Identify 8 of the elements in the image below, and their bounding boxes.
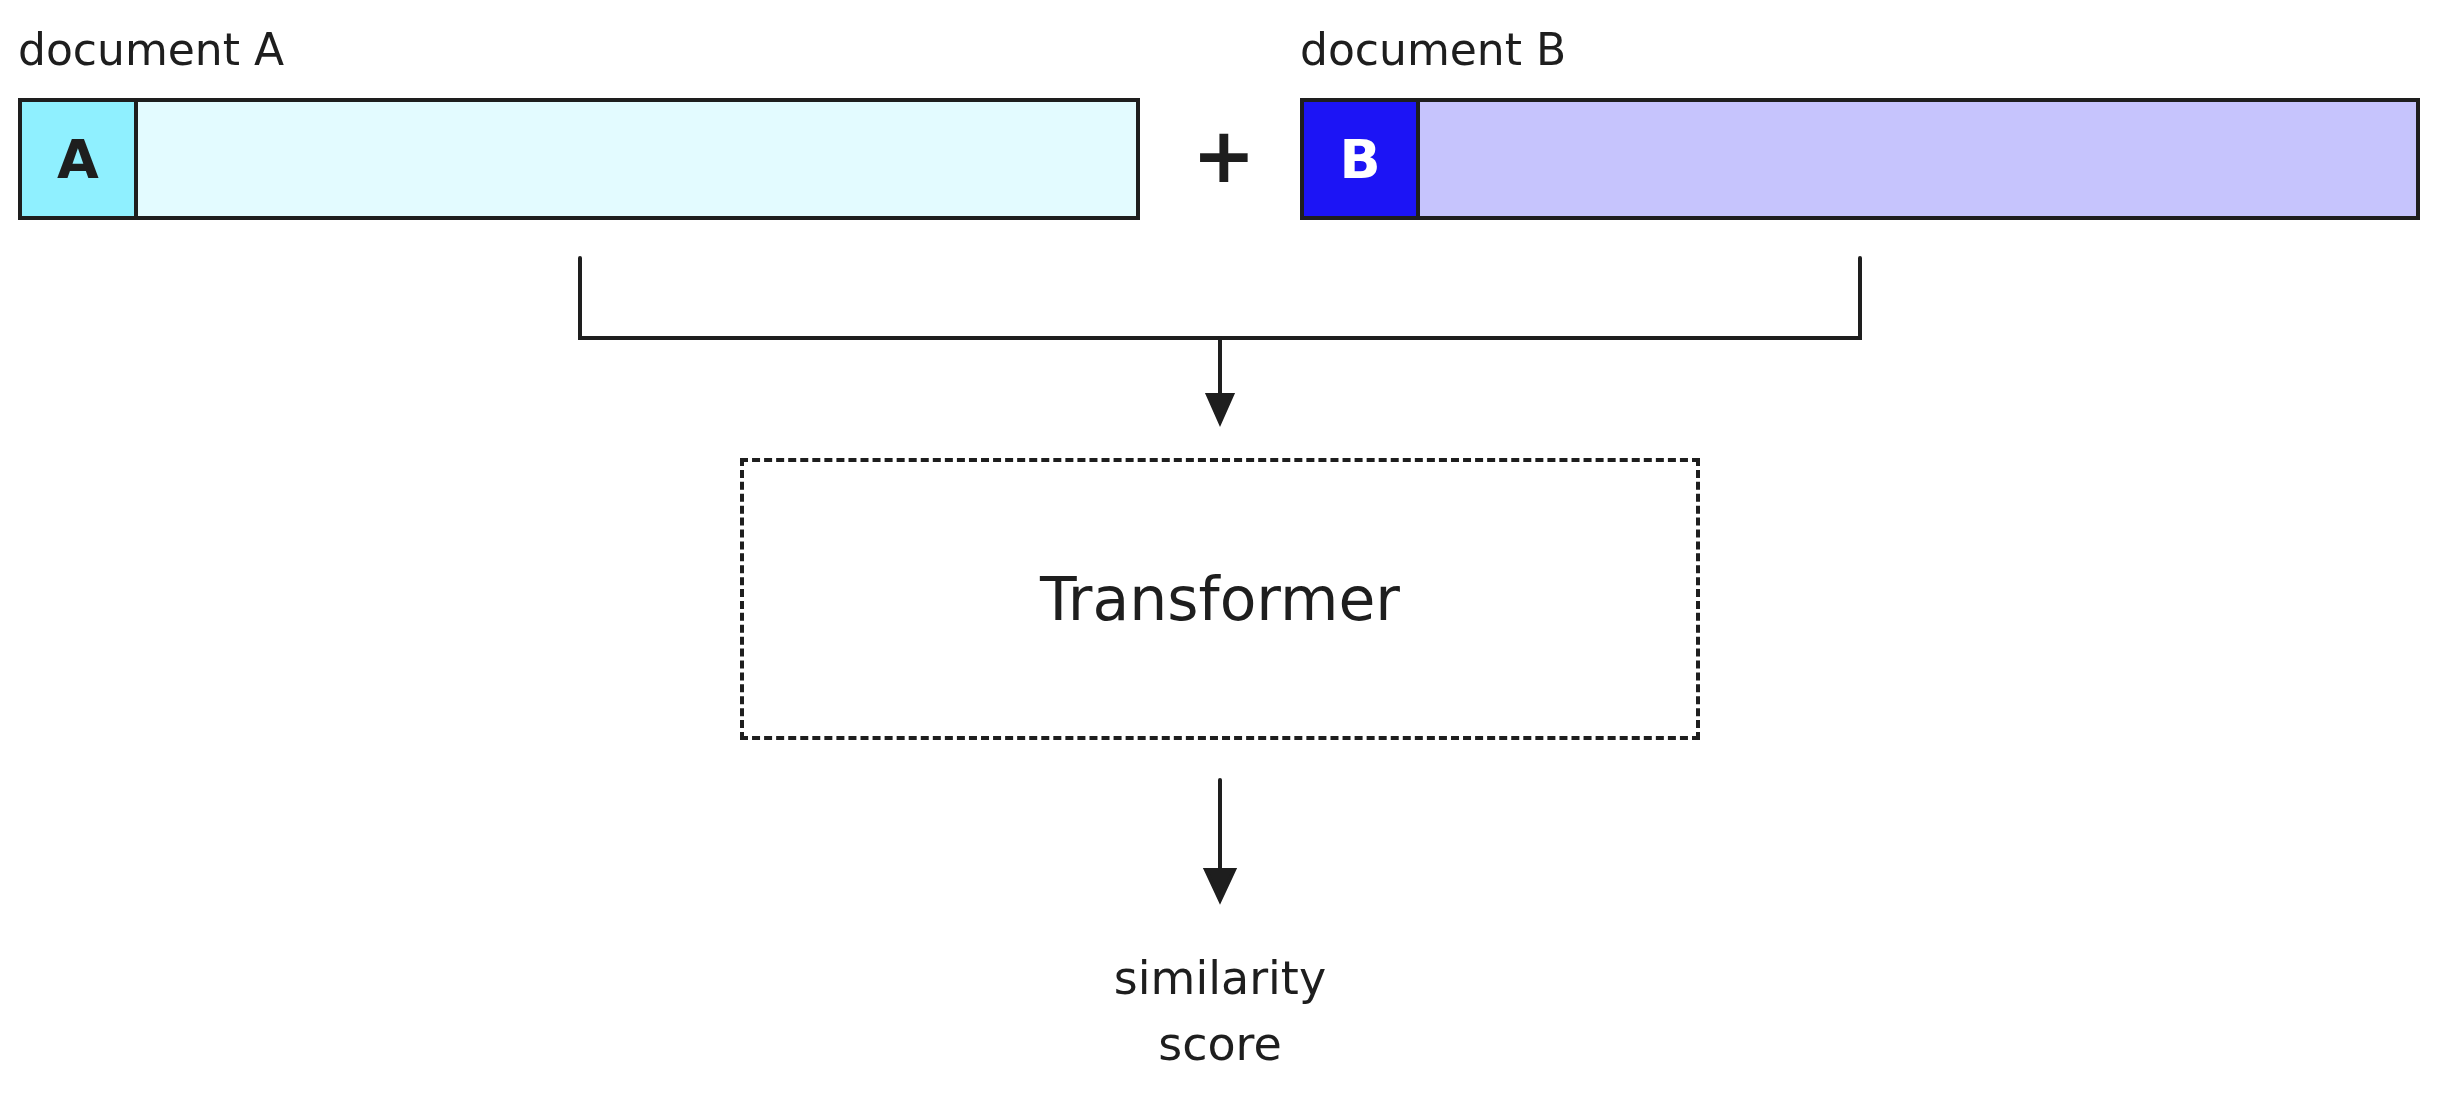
output-label: similarity — [1112, 950, 1328, 1007]
document-label: document A — [18, 28, 285, 72]
transformer-block: Transformer — [740, 458, 1700, 740]
token-cell: A — [18, 98, 138, 220]
plus-sign: + — [1192, 118, 1256, 194]
document-label: document B — [1300, 28, 1567, 72]
output-label: score — [1157, 1016, 1283, 1073]
token-cell: B — [1300, 98, 1420, 220]
